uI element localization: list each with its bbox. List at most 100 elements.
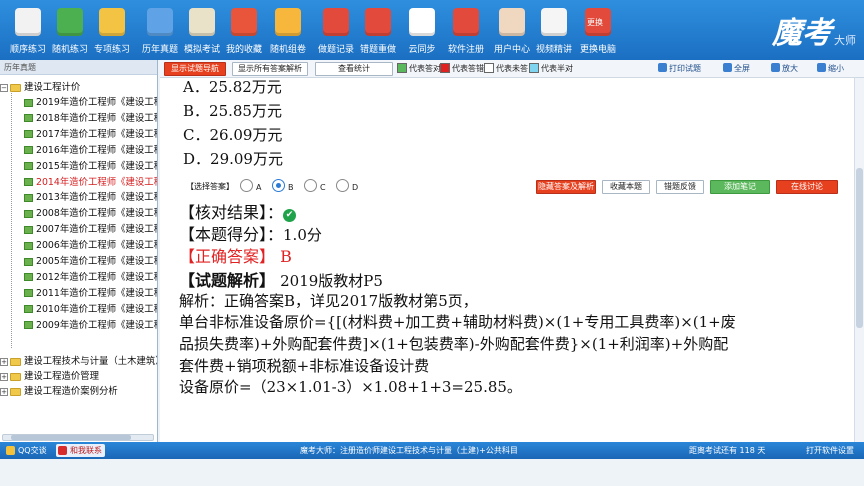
radio-c[interactable] — [304, 179, 317, 192]
app-window: 魔考 大师 顺序练习 随机练习 专项练习 历年真题 模拟考试 我的收藏 随机组卷 做题记录 错题… — [0, 0, 864, 486]
sidebar: 历年真题 − 建设工程计价 2019年造价工程师《建设工程计价》 2018年造价工程师… — [0, 60, 158, 442]
view-stats-button[interactable]: 查看统计 — [315, 62, 393, 76]
tree-group[interactable]: + 建设工程造价案例分析 — [0, 384, 157, 399]
analysis-label: 【试题解析】 — [179, 271, 276, 290]
question-tree: − 建设工程计价 2019年造价工程师《建设工程计价》 2018年造价工程师《建设工程… — [0, 78, 157, 438]
zoom-in-button[interactable]: 放大 — [771, 63, 798, 74]
tree-item[interactable]: 2019年造价工程师《建设工程计价》 — [0, 95, 157, 110]
tree-group-label: 建设工程技术与计量（土木建筑） — [24, 356, 157, 367]
analysis-line: 套件费+销项税额+非标准设备设计费 — [179, 357, 430, 375]
legend-label: 代表答对 — [409, 64, 441, 73]
open-settings-button[interactable]: 打开软件设置 — [806, 445, 854, 456]
hide-answer-button[interactable]: 隐藏答案及解析 — [536, 180, 596, 194]
tree-item[interactable]: 2011年造价工程师《建设工程计价》 — [0, 286, 157, 301]
radio-label: C — [320, 183, 326, 192]
tree-item[interactable]: 2006年造价工程师《建设工程计价》 — [0, 238, 157, 253]
fullscreen-button[interactable]: 全屏 — [723, 63, 750, 74]
expand-icon[interactable]: + — [0, 357, 8, 366]
tree-item-label: 2016年造价工程师《建设工程计价》 — [36, 144, 157, 156]
analysis-source: 2019版教材P5 — [280, 272, 383, 290]
qq-chat-button[interactable]: QQ交谈 — [4, 444, 47, 457]
tree-item[interactable]: 2007年造价工程师《建设工程计价》 — [0, 222, 157, 237]
tree-item[interactable]: 2015年造价工程师《建设工程计价》 — [0, 159, 157, 174]
collapse-icon[interactable]: − — [0, 83, 8, 92]
paper-icon — [24, 289, 33, 298]
tree-item-label: 2014年造价工程师《建设工程计价》 — [36, 176, 157, 188]
fullscreen-icon — [723, 63, 732, 72]
film-icon — [541, 8, 567, 36]
score-line: 【本题得分】：1.0分 — [179, 221, 322, 245]
calendar-red-icon — [365, 8, 391, 36]
tree-item[interactable]: 2017年造价工程师《建设工程计价》 — [0, 127, 157, 142]
content-vscroll-thumb[interactable] — [856, 168, 863, 328]
app-logo: 魔考 大师 — [768, 8, 858, 52]
cloud-upload-icon — [409, 8, 435, 36]
check-result-line: 【核对结果】： ✔ — [179, 199, 297, 223]
tree-item[interactable]: 2009年造价工程师《建设工程计价》 — [0, 318, 157, 333]
content-vscrollbar[interactable] — [854, 78, 864, 442]
correct-answer-label: 【正确答案】 — [179, 247, 276, 266]
option-d: D．29.09万元 — [183, 150, 283, 168]
logo-sub-text: 大师 — [834, 34, 856, 47]
paper-icon — [24, 321, 33, 330]
tree-group-label: 建设工程造价案例分析 — [24, 386, 118, 397]
legend-swatch — [484, 63, 494, 73]
paper-icon — [24, 130, 33, 139]
sidebar-hscroll-thumb[interactable] — [11, 435, 131, 440]
show-nav-button[interactable]: 显示试题导航 — [164, 62, 226, 76]
tree-item-label: 2010年造价工程师《建设工程计价》 — [36, 303, 157, 315]
radio-d[interactable] — [336, 179, 349, 192]
toolbar-item-13[interactable]: 更换 更换电脑 — [576, 2, 620, 58]
zoom-out-button[interactable]: 缩小 — [817, 63, 844, 74]
toolbar-item-2[interactable]: 专项练习 — [90, 2, 134, 58]
tree-item[interactable]: 2014年造价工程师《建设工程计价》 — [0, 175, 157, 190]
tree-item[interactable]: 2005年造价工程师《建设工程计价》 — [0, 254, 157, 269]
sidebar-header: 历年真题 — [0, 60, 157, 75]
answer-label: 【选择答案】 — [186, 182, 234, 191]
fullscreen-label: 全屏 — [734, 64, 750, 73]
tree-root[interactable]: − 建设工程计价 — [0, 80, 157, 95]
tree-group[interactable]: + 建设工程技术与计量（土木建筑） — [0, 354, 157, 369]
tree-item[interactable]: 2016年造价工程师《建设工程计价》 — [0, 143, 157, 158]
toolbar-item-6[interactable]: 随机组卷 — [266, 2, 310, 58]
discuss-button[interactable]: 在线讨论 — [776, 180, 838, 194]
tree-item-label: 2011年造价工程师《建设工程计价》 — [36, 287, 157, 299]
tree-item-label: 2017年造价工程师《建设工程计价》 — [36, 128, 157, 140]
report-error-button[interactable]: 错题反馈 — [656, 180, 704, 194]
contact-button[interactable]: 和我联系 — [56, 444, 105, 457]
expand-icon[interactable]: + — [0, 387, 8, 396]
switch-pc-icon: 更换 — [585, 8, 611, 36]
zoom-in-label: 放大 — [782, 64, 798, 73]
sidebar-hscrollbar[interactable] — [2, 434, 154, 441]
radio-b[interactable] — [272, 179, 285, 192]
analysis-header: 【试题解析】 2019版教材P5 — [179, 267, 383, 291]
tree-item-label: 2008年造价工程师《建设工程计价》 — [36, 208, 157, 220]
pencil-doc-icon — [15, 8, 41, 36]
add-note-button[interactable]: 添加笔记 — [710, 180, 770, 194]
toolbar-item-label: 更换电脑 — [579, 45, 616, 55]
tree-item[interactable]: 2013年造价工程师《建设工程计价》 — [0, 190, 157, 205]
paper-icon — [24, 193, 33, 202]
tree-item[interactable]: 2018年造价工程师《建设工程计价》 — [0, 111, 157, 126]
tree-group[interactable]: + 建设工程造价管理 — [0, 369, 157, 384]
print-button[interactable]: 打印试题 — [658, 63, 701, 74]
tree-item-label: 2006年造价工程师《建设工程计价》 — [36, 240, 157, 252]
question-panel: 显示试题导航 显示所有答案解析 查看统计 代表答对 代表答错 代表未答 代表半对 打印… — [160, 60, 864, 442]
tree-item[interactable]: 2012年造价工程师《建设工程计价》 — [0, 270, 157, 285]
toolbar-badge: 更换 — [587, 18, 603, 27]
status-course-text: 魔考大师：注册造价师建设工程技术与计量（土建)+公共科目 — [300, 446, 518, 455]
favorite-button[interactable]: 收藏本题 — [602, 180, 650, 194]
zoom-out-label: 缩小 — [828, 64, 844, 73]
tree-item[interactable]: 2010年造价工程师《建设工程计价》 — [0, 302, 157, 317]
radio-a[interactable] — [240, 179, 253, 192]
toolbar-item-10[interactable]: 软件注册 — [444, 2, 488, 58]
show-all-answers-button[interactable]: 显示所有答案解析 — [232, 62, 308, 76]
expand-icon[interactable]: + — [0, 372, 8, 381]
legend-swatch — [397, 63, 407, 73]
paper-icon — [24, 273, 33, 282]
radio-label: A — [256, 183, 262, 192]
answer-bar: 【选择答案】 隐藏答案及解析 收藏本题 错题反馈 添加笔记 在线讨论 A B C D — [160, 177, 864, 197]
tree-item[interactable]: 2008年造价工程师《建设工程计价》 — [0, 206, 157, 221]
score-label: 【本题得分】： — [179, 225, 284, 244]
option-b: B．25.85万元 — [183, 102, 282, 120]
